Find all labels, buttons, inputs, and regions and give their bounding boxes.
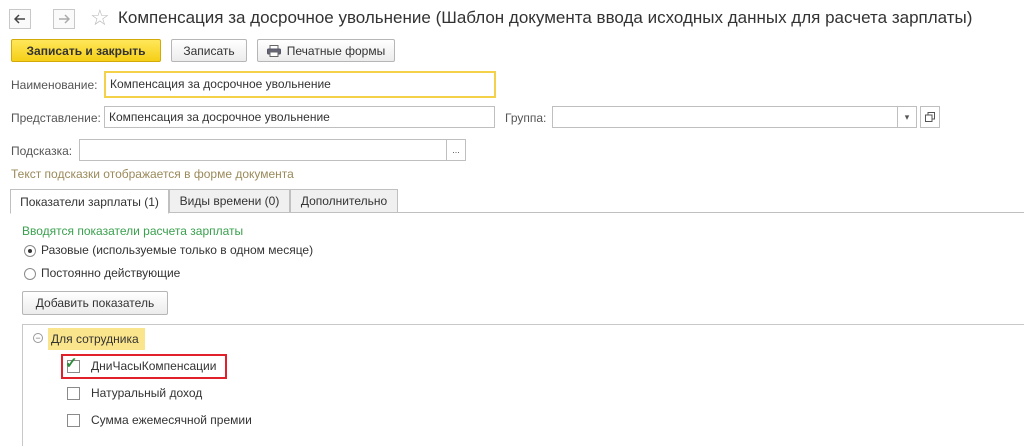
add-indicator-button[interactable]: Добавить показатель — [22, 291, 168, 315]
collapse-icon[interactable]: − — [33, 333, 43, 343]
name-field[interactable]: Компенсация за досрочное увольнение — [104, 71, 496, 98]
radio-one-time-label: Разовые (используемые только в одном мес… — [41, 243, 314, 257]
arrow-left-icon — [14, 14, 25, 24]
item-checkbox-natural-income[interactable] — [67, 387, 80, 400]
indicators-heading: Вводятся показатели расчета зарплаты — [22, 224, 244, 238]
hint-field[interactable] — [79, 139, 447, 161]
print-forms-button[interactable]: Печатные формы — [257, 39, 395, 62]
forward-button[interactable] — [53, 9, 75, 29]
tree-item-monthly-bonus: Сумма ежемесячной премии — [91, 413, 252, 427]
group-open-button[interactable] — [920, 106, 940, 128]
tab-salary-indicators[interactable]: Показатели зарплаты (1) — [10, 189, 169, 214]
star-icon[interactable]: ☆ — [90, 5, 110, 31]
window-title: Компенсация за досрочное увольнение (Шаб… — [118, 8, 973, 27]
back-button[interactable] — [9, 9, 31, 29]
group-dropdown-button[interactable]: ▾ — [897, 106, 917, 128]
presentation-label: Представление: — [11, 111, 101, 125]
print-forms-label: Печатные формы — [286, 43, 386, 58]
indicators-tree — [22, 324, 1024, 446]
highlight-frame — [61, 354, 227, 379]
chevron-down-icon: ▾ — [904, 111, 910, 122]
group-label: Группа: — [505, 111, 547, 125]
radio-one-time[interactable] — [24, 245, 36, 257]
radio-permanent-label: Постоянно действующие — [41, 266, 181, 280]
radio-permanent[interactable] — [24, 268, 36, 280]
tab-additional[interactable]: Дополнительно — [290, 189, 398, 213]
open-window-icon — [925, 112, 935, 122]
item-checkbox-monthly-bonus[interactable] — [67, 414, 80, 427]
group-field[interactable] — [552, 106, 898, 128]
hint-note: Текст подсказки отображается в форме док… — [11, 167, 294, 181]
printer-icon — [266, 44, 281, 57]
name-label: Наименование: — [11, 78, 98, 92]
save-button[interactable]: Записать — [171, 39, 247, 62]
tree-item-natural-income: Натуральный доход — [91, 386, 203, 400]
tab-time-types[interactable]: Виды времени (0) — [169, 189, 290, 213]
arrow-right-icon — [59, 14, 70, 24]
hint-select-button[interactable]: ... — [446, 139, 466, 161]
presentation-field[interactable]: Компенсация за досрочное увольнение — [104, 106, 495, 128]
save-and-close-button[interactable]: Записать и закрыть — [11, 39, 161, 62]
hint-label: Подсказка: — [11, 144, 73, 158]
tree-group-employee[interactable]: Для сотрудника — [48, 328, 145, 350]
